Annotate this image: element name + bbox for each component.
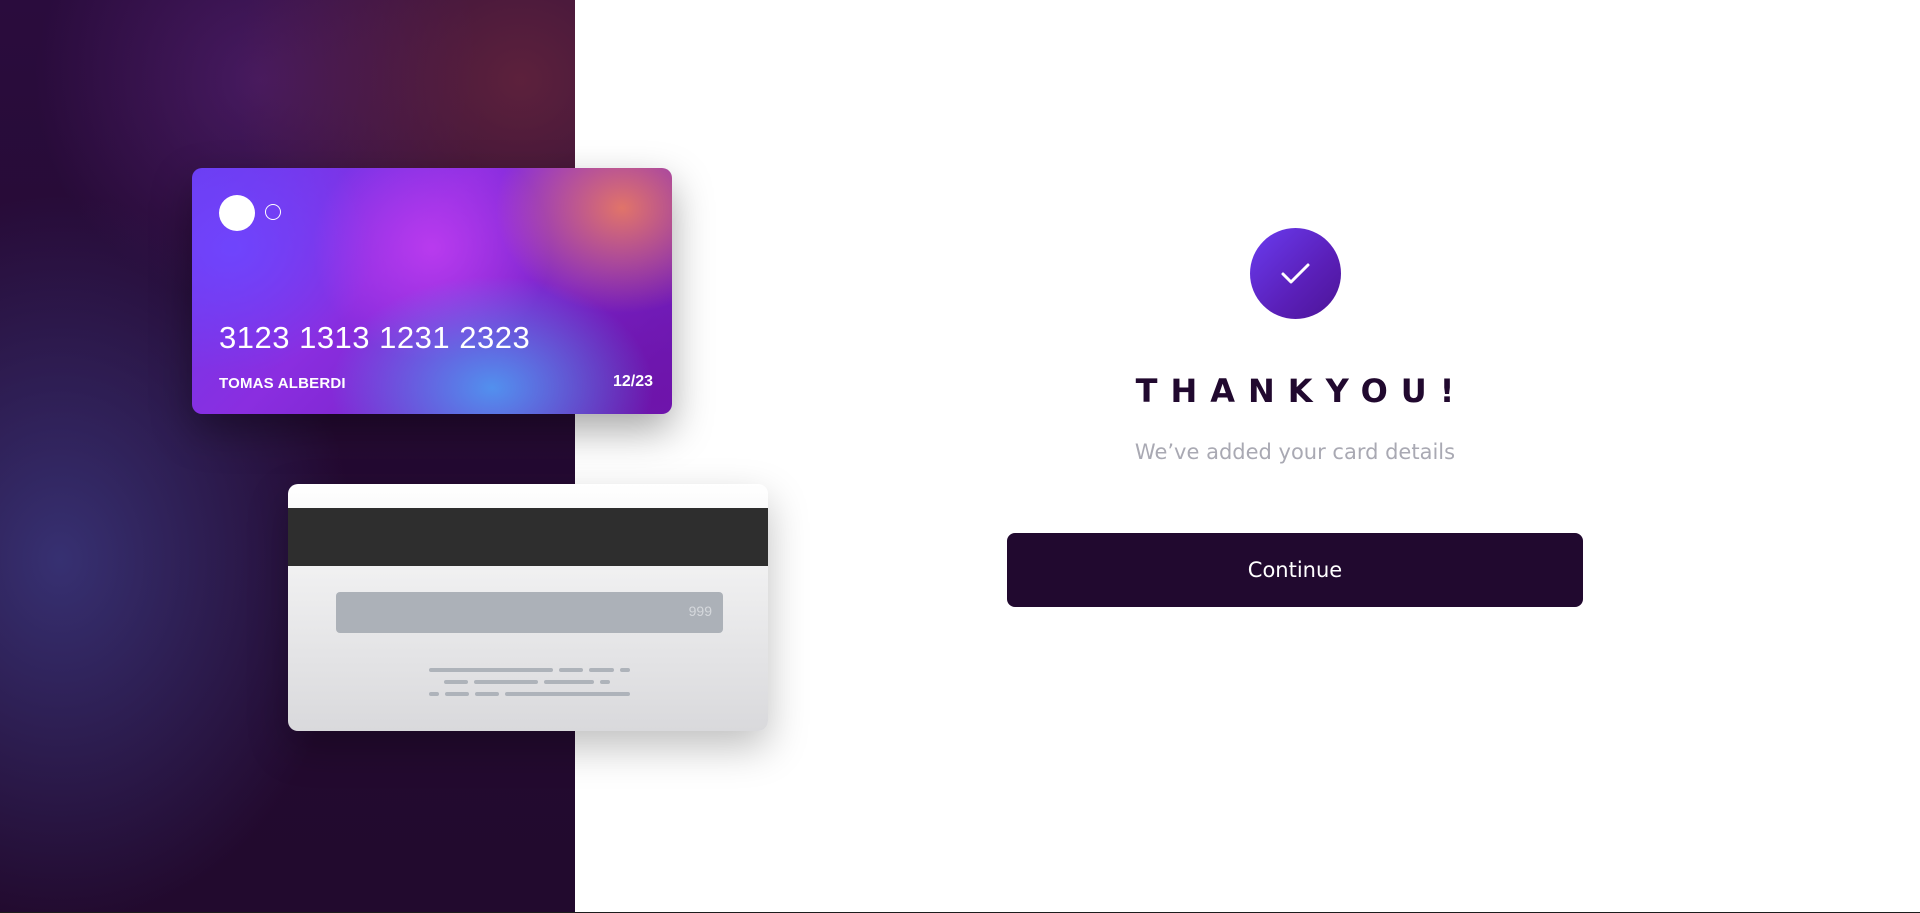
success-badge bbox=[1250, 228, 1341, 319]
fine-print-line bbox=[600, 680, 610, 684]
checkmark-icon bbox=[1281, 263, 1310, 284]
cardholder-name: TOMAS ALBERDI bbox=[219, 375, 346, 392]
confirmation-message: We’ve added your card details bbox=[1134, 440, 1456, 464]
fine-print-line bbox=[589, 668, 614, 672]
continue-button[interactable]: Continue bbox=[1007, 533, 1583, 607]
thank-you-heading: THANKYOU! bbox=[1135, 372, 1468, 410]
fine-print-line bbox=[559, 668, 583, 672]
fine-print-line bbox=[445, 692, 469, 696]
page: 3123 1313 1231 2323 TOMAS ALBERDI 12/23 … bbox=[0, 0, 1920, 913]
card-expiry-date: 12/23 bbox=[612, 373, 653, 390]
card-fine-print bbox=[288, 668, 768, 698]
fine-print-line bbox=[505, 692, 630, 696]
fine-print-line bbox=[444, 680, 468, 684]
fine-print-line bbox=[620, 668, 630, 672]
fine-print-line bbox=[475, 692, 499, 696]
fine-print-line bbox=[429, 668, 553, 672]
left-panel-background bbox=[0, 0, 575, 913]
signature-strip: 999 bbox=[336, 592, 723, 633]
card-cvc: 999 bbox=[688, 603, 712, 619]
fine-print-line bbox=[544, 680, 594, 684]
fine-print-line bbox=[429, 692, 439, 696]
card-logo-filled-circle-icon bbox=[219, 195, 255, 231]
magnetic-stripe bbox=[288, 508, 768, 566]
card-back: 999 bbox=[288, 484, 768, 731]
card-front: 3123 1313 1231 2323 TOMAS ALBERDI 12/23 bbox=[192, 168, 672, 414]
card-number: 3123 1313 1231 2323 bbox=[219, 320, 531, 355]
card-logo-outline-circle-icon bbox=[265, 204, 281, 220]
fine-print-line bbox=[474, 680, 538, 684]
